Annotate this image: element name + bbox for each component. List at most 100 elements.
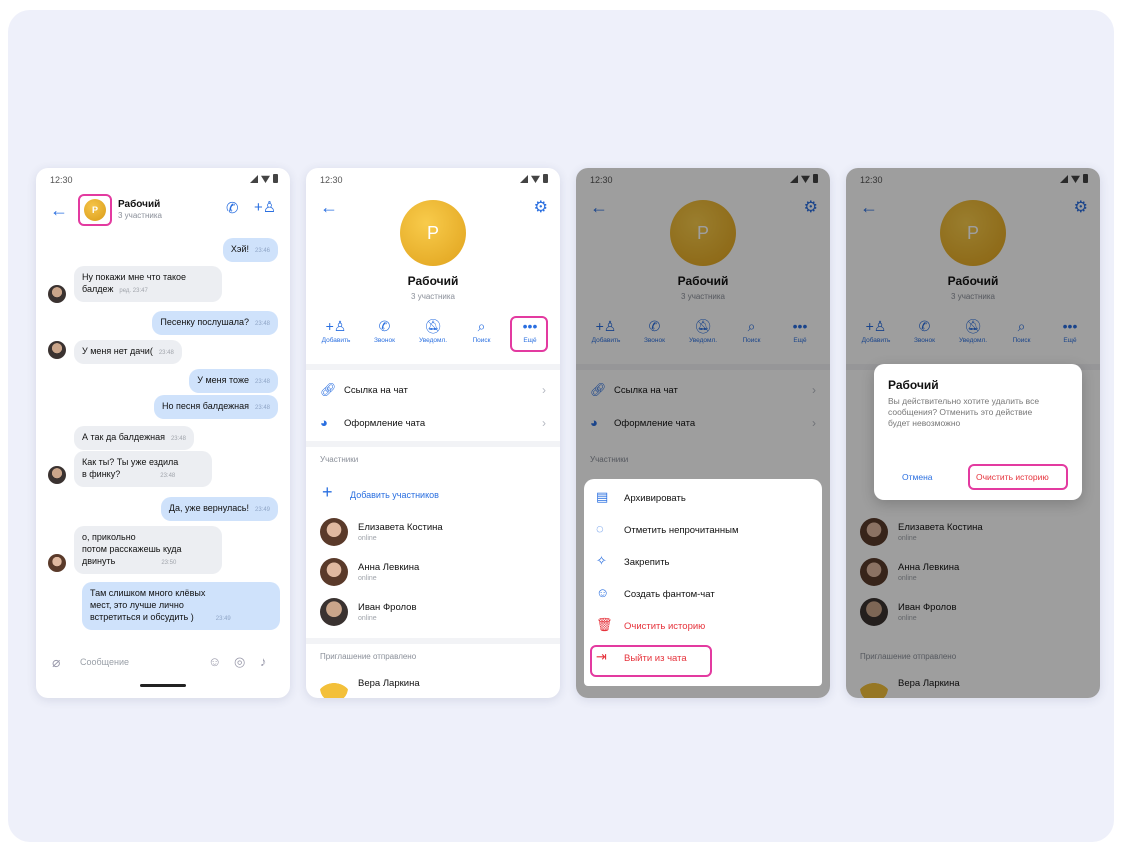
menu-item-label: Архивировать bbox=[624, 493, 686, 504]
profile-subtitle: 3 участника bbox=[411, 292, 455, 301]
ghost-icon: ☺ bbox=[596, 585, 610, 600]
bell-off-icon: 🔕︎ bbox=[424, 318, 442, 334]
message-in[interactable]: У меня нет дачи(23:48 bbox=[74, 340, 182, 364]
phone-icon[interactable]: ✆ bbox=[226, 201, 239, 216]
phone-clear-dialog: 12:30 ← ⚙ Р Рабочий 3 участника +♙ Добави… bbox=[846, 168, 1100, 698]
profile-avatar: Р bbox=[400, 200, 466, 266]
gift-icon[interactable]: ◎ bbox=[234, 654, 245, 670]
avatar bbox=[320, 558, 348, 586]
row-label: Ссылка на чат bbox=[344, 385, 408, 396]
add-members-label: Добавить участников bbox=[350, 490, 439, 500]
phone-profile: 12:30 ← ⚙ Р Рабочий 3 участника +♙ Добави… bbox=[306, 168, 560, 698]
palette-icon: ◕ bbox=[320, 415, 328, 430]
composer: ⌀ Сообщение ☺ ◎ ♪ bbox=[36, 648, 290, 678]
status-bar: 12:30 bbox=[306, 168, 560, 190]
archive-icon: ▤ bbox=[596, 489, 609, 504]
add-user-icon[interactable]: +♙ bbox=[254, 200, 276, 215]
status-time: 12:30 bbox=[320, 175, 343, 185]
message-out[interactable]: Да, уже вернулась! 23:49 bbox=[160, 497, 278, 521]
menu-item-phantom-chat[interactable]: ☺ Создать фантом-чат bbox=[596, 583, 810, 607]
invite-row[interactable]: Вера Ларкина bbox=[320, 674, 546, 698]
menu-item-label: Закрепить bbox=[624, 557, 670, 568]
chat-subtitle: 3 участника bbox=[118, 211, 162, 220]
menu-item-clear-history[interactable]: 🗑︎ Очистить историю bbox=[596, 615, 810, 639]
message-out[interactable]: У меня тоже 23:48 bbox=[189, 369, 278, 393]
message-out[interactable]: Хэй! 23:46 bbox=[222, 238, 278, 262]
search-icon: ⌕ bbox=[477, 318, 486, 334]
member-row[interactable]: Елизавета Костина online bbox=[320, 518, 546, 550]
avatar bbox=[48, 554, 66, 572]
action-add[interactable]: +♙ Добавить bbox=[314, 318, 358, 354]
action-notifications[interactable]: 🔕︎ Уведомл. bbox=[411, 318, 455, 354]
wifi-icon bbox=[261, 175, 270, 183]
member-status: online bbox=[358, 575, 377, 582]
signal-icon bbox=[520, 174, 528, 183]
message-out[interactable]: Но песня балдежная 23:48 bbox=[154, 395, 278, 419]
cancel-button[interactable]: Отмена bbox=[902, 472, 933, 482]
emoji-icon[interactable]: ☺ bbox=[208, 654, 221, 669]
member-name: Вера Ларкина bbox=[358, 678, 420, 689]
menu-item-archive[interactable]: ▤ Архивировать bbox=[596, 487, 810, 511]
divider bbox=[306, 638, 560, 644]
member-status: online bbox=[358, 615, 377, 622]
member-name: Анна Левкина bbox=[358, 562, 420, 573]
message-out[interactable]: Там слишком много клёвых мест, это лучше … bbox=[82, 582, 280, 630]
chat-bubble-icon: ◌ bbox=[596, 521, 604, 536]
message-input[interactable]: Сообщение bbox=[80, 657, 129, 667]
divider bbox=[306, 441, 560, 447]
members-section-title: Участники bbox=[320, 455, 359, 464]
more-menu-sheet: ▤ Архивировать ◌ Отметить непрочитанным ✧ З… bbox=[584, 479, 822, 686]
link-icon: 🔗︎ bbox=[320, 382, 337, 397]
status-bar: 12:30 bbox=[36, 168, 290, 190]
microphone-icon[interactable]: ♪ bbox=[260, 654, 267, 669]
message-in[interactable]: о, прикольно потом расскажешь куда двинуть… bbox=[74, 526, 222, 574]
dialog-title: Рабочий bbox=[888, 378, 939, 392]
dialog-message: Вы действительно хотите удалить все сооб… bbox=[888, 396, 1040, 428]
chat-title[interactable]: Рабочий bbox=[118, 199, 160, 210]
phone-icon: ✆ bbox=[378, 318, 391, 334]
confirm-dialog: Рабочий Вы действительно хотите удалить … bbox=[874, 364, 1082, 500]
menu-item-label: Отметить непрочитанным bbox=[624, 525, 739, 536]
plus-icon: + bbox=[322, 482, 333, 502]
home-indicator bbox=[140, 684, 186, 687]
avatar bbox=[320, 518, 348, 546]
phone-more-menu: 12:30 ← ⚙ Р Рабочий 3 участника +♙ Добави… bbox=[576, 168, 830, 698]
attach-icon[interactable]: ⌀ bbox=[52, 654, 60, 671]
menu-item-mark-unread[interactable]: ◌ Отметить непрочитанным bbox=[596, 519, 810, 543]
action-search[interactable]: ⌕ Поиск bbox=[460, 318, 504, 354]
action-label: Поиск bbox=[472, 337, 491, 344]
chevron-right-icon: › bbox=[542, 383, 546, 397]
message-out[interactable]: Песенку послушала? 23:48 bbox=[152, 311, 278, 335]
profile-name: Рабочий bbox=[407, 274, 459, 288]
member-row[interactable]: Анна Левкина online bbox=[320, 558, 546, 590]
message-in[interactable]: А так да балдежная 23:48 bbox=[74, 426, 194, 450]
menu-item-label: Создать фантом-чат bbox=[624, 589, 715, 600]
gear-icon[interactable]: ⚙ bbox=[534, 200, 548, 216]
member-name: Иван Фролов bbox=[358, 602, 417, 613]
add-user-icon: +♙ bbox=[325, 318, 347, 334]
avatar bbox=[320, 598, 348, 626]
row-label: Оформление чата bbox=[344, 418, 426, 429]
back-arrow-icon[interactable]: ← bbox=[320, 198, 338, 216]
more-highlight bbox=[510, 316, 548, 352]
member-row[interactable]: Иван Фролов online bbox=[320, 598, 546, 630]
action-call[interactable]: ✆ Звонок bbox=[363, 318, 407, 354]
back-arrow-icon[interactable]: ← bbox=[50, 201, 68, 219]
message-in[interactable]: Ну покажи мне что такое балдеж ред. 23:47 bbox=[74, 266, 222, 302]
action-label: Звонок bbox=[374, 337, 395, 344]
divider bbox=[306, 364, 560, 370]
chevron-right-icon: › bbox=[542, 416, 546, 430]
signal-icon bbox=[250, 174, 258, 183]
menu-item-label: Очистить историю bbox=[624, 621, 706, 632]
chat-avatar[interactable]: Р bbox=[84, 199, 106, 221]
chat-link-row[interactable]: 🔗︎ Ссылка на чат › bbox=[320, 380, 546, 402]
chat-design-row[interactable]: ◕ Оформление чата › bbox=[320, 413, 546, 435]
menu-item-pin[interactable]: ✧ Закрепить bbox=[596, 551, 810, 575]
action-label: Уведомл. bbox=[418, 337, 448, 344]
message-in[interactable]: Как ты? Ты уже ездила в финку? 23:48 bbox=[74, 451, 212, 487]
avatar bbox=[48, 341, 66, 359]
clear-highlight bbox=[968, 464, 1068, 490]
invite-section-title: Приглашение отправлено bbox=[320, 652, 417, 661]
status-time: 12:30 bbox=[50, 175, 73, 185]
avatar bbox=[48, 466, 66, 484]
